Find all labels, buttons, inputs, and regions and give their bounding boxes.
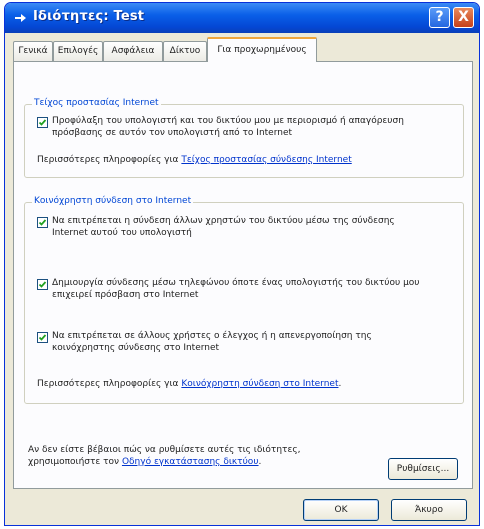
ics-dial-checkbox-label: Δημιουργία σύνδεσης μέσω τηλεφώνου όποτε… <box>52 278 420 300</box>
window-title: Ιδιότητες: Test <box>33 9 145 24</box>
tab-security[interactable]: Ασφάλεια <box>103 41 163 61</box>
ics-help-link[interactable]: Κοινόχρηστη σύνδεση στο Internet <box>181 379 338 389</box>
ok-button[interactable]: OK <box>303 499 379 521</box>
ics-group: Κοινόχρηστη σύνδεση στο Internet Να επιτ… <box>24 196 464 404</box>
network-setup-wizard-link[interactable]: Οδηγό εγκατάστασης δικτύου <box>122 457 259 467</box>
settings-button[interactable]: Ρυθμίσεις... <box>388 458 458 480</box>
ics-group-title: Κοινόχρηστη σύνδεση στο Internet <box>32 196 194 206</box>
checkmark-icon <box>38 119 47 126</box>
setup-hint-end: . <box>258 457 262 467</box>
network-connection-icon <box>15 14 26 22</box>
title-bar[interactable]: Ιδιότητες: Test ? X <box>5 3 479 33</box>
tab-strip: Γενικά Επιλογές Ασφάλεια Δίκτυο Για προχ… <box>13 37 473 63</box>
help-button[interactable]: ? <box>429 7 450 28</box>
firewall-checkbox[interactable] <box>37 117 48 128</box>
checkmark-icon <box>38 334 47 341</box>
ics-allow-checkbox-label: Να επιτρέπεται η σύνδεση άλλων χρηστών τ… <box>52 216 395 238</box>
firewall-help-link[interactable]: Τείχος προστασίας σύνδεσης Internet <box>181 155 351 165</box>
checkmark-icon <box>38 281 47 288</box>
tab-general[interactable]: Γενικά <box>13 41 53 61</box>
ics-dial-checkbox[interactable] <box>37 279 48 290</box>
firewall-more-info: Περισσότερες πληροφορίες για Τείχος προσ… <box>37 155 352 165</box>
ics-more-info-prefix: Περισσότερες πληροφορίες για <box>37 379 179 389</box>
firewall-checkbox-label: Προφύλαξη του υπολογιστή και του δικτύου… <box>52 116 404 138</box>
tab-networking[interactable]: Δίκτυο <box>163 41 207 61</box>
checkmark-icon <box>38 219 47 226</box>
cancel-button[interactable]: Άκυρο <box>391 499 467 521</box>
ics-control-checkbox-label: Να επιτρέπεται σε άλλους χρήστες ο έλεγχ… <box>52 331 372 353</box>
setup-hint: Αν δεν είστε βέβαιοι πώς να ρυθμίσετε αυ… <box>28 444 358 468</box>
ics-allow-checkbox[interactable] <box>37 217 48 228</box>
tab-advanced[interactable]: Για προχωρημένους <box>207 37 317 62</box>
properties-dialog: Ιδιότητες: Test ? X Γενικά Επιλογές Ασφά… <box>4 2 480 526</box>
advanced-tab-panel: Τείχος προστασίας Internet Προφύλαξη του… <box>13 61 473 489</box>
firewall-group: Τείχος προστασίας Internet Προφύλαξη του… <box>24 98 464 178</box>
tab-options[interactable]: Επιλογές <box>53 41 103 61</box>
ics-control-checkbox[interactable] <box>37 332 48 343</box>
firewall-more-info-prefix: Περισσότερες πληροφορίες για <box>37 155 179 165</box>
firewall-group-title: Τείχος προστασίας Internet <box>32 98 161 108</box>
ics-more-info: Περισσότερες πληροφορίες για Κοινόχρηστη… <box>37 379 342 389</box>
close-button[interactable]: X <box>453 7 474 28</box>
